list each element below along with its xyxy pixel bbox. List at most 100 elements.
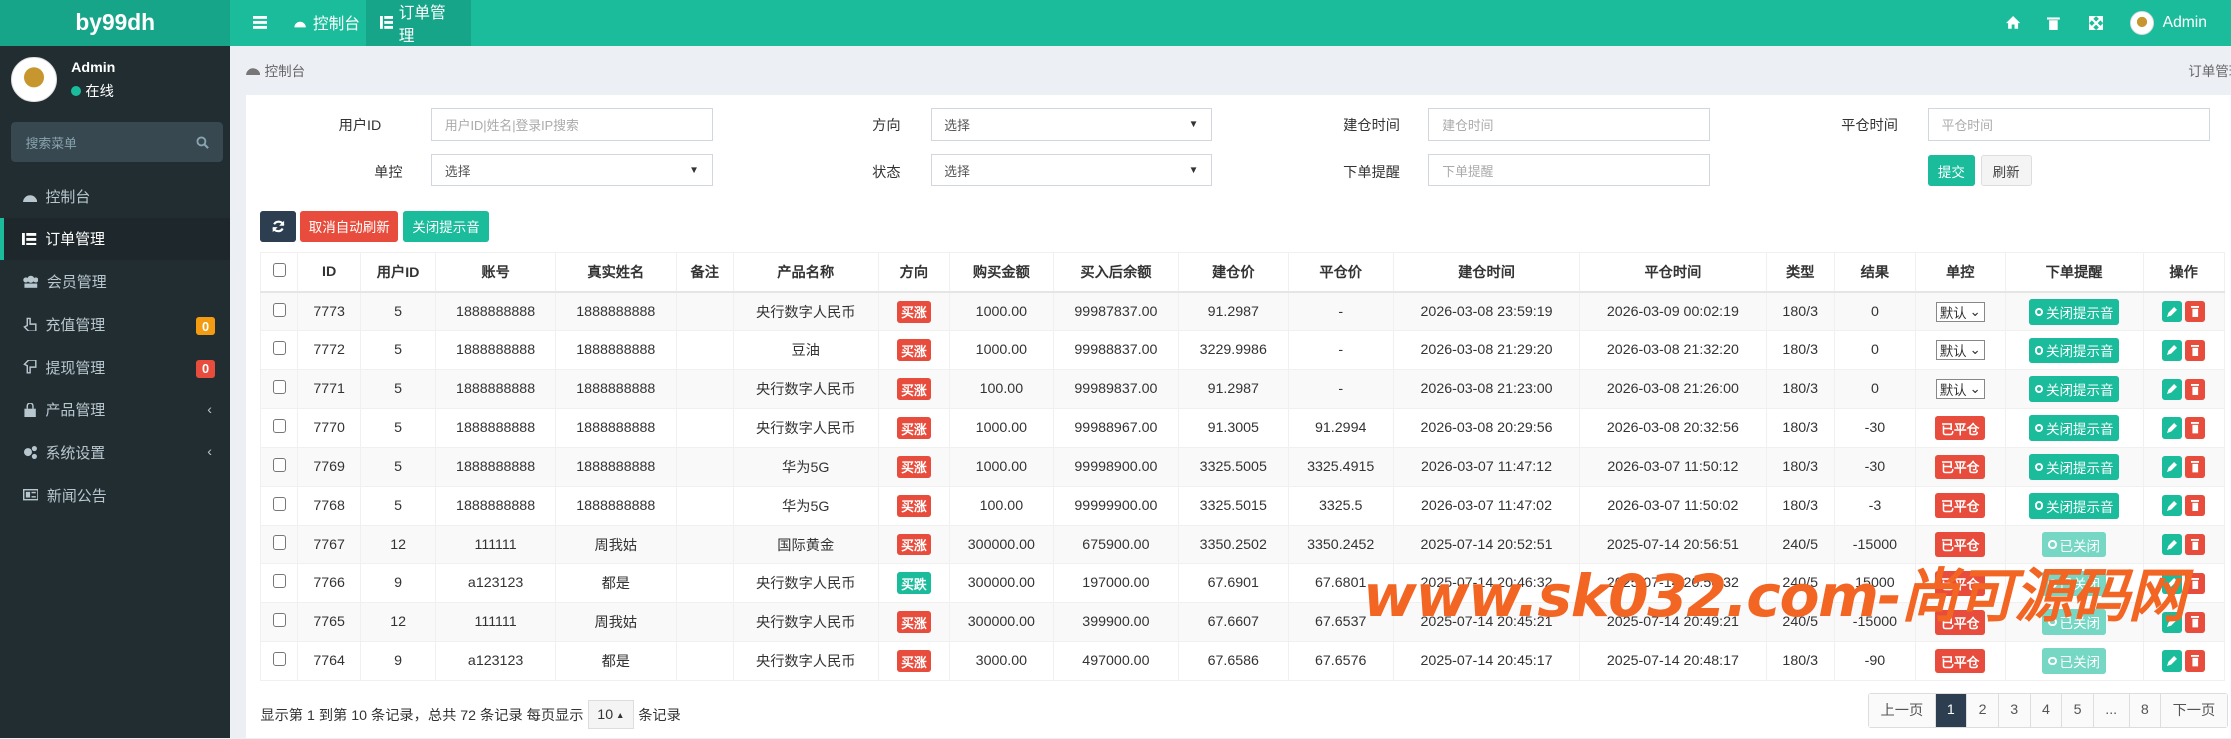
mute-reminder-button[interactable]: 关闭提示音 xyxy=(2028,298,2120,325)
next-page-button[interactable]: 下一页 xyxy=(2160,693,2227,727)
cell-ctime: 2026-03-07 11:50:12 xyxy=(1579,446,1767,487)
page-button[interactable]: 8 xyxy=(2128,693,2161,727)
reminder-input[interactable]: 下单提醒 xyxy=(1428,153,1711,187)
row-checkbox[interactable] xyxy=(272,535,286,550)
edit-button[interactable] xyxy=(2162,301,2183,323)
logo[interactable]: by99dh xyxy=(0,0,231,46)
delete-button[interactable] xyxy=(2185,301,2205,323)
direction-select[interactable]: 选择 ▼ xyxy=(930,108,1213,141)
page-button[interactable]: 2 xyxy=(1966,693,1998,727)
control-select[interactable]: 默认 ⌄ xyxy=(1935,379,1985,400)
cell-id: 7766 xyxy=(297,563,361,604)
menu-search-input[interactable]: 搜索菜单 xyxy=(11,122,224,163)
edit-button[interactable] xyxy=(2162,650,2183,672)
user-name: Admin xyxy=(71,59,116,76)
row-actions xyxy=(2162,339,2205,362)
row-checkbox[interactable] xyxy=(272,341,286,356)
delete-button[interactable] xyxy=(2185,456,2205,478)
mute-reminder-button[interactable]: 关闭提示音 xyxy=(2028,454,2120,480)
table-row: 7768 5 1888888888 1888888888 华为5G 买涨 100.00 999… xyxy=(260,485,2225,526)
close-time-input[interactable]: 平仓时间 xyxy=(1927,108,2210,141)
edit-button[interactable] xyxy=(2162,495,2183,517)
row-checkbox[interactable] xyxy=(272,496,286,511)
page-button[interactable]: 1 xyxy=(1934,693,1967,727)
cell-uid: 5 xyxy=(359,446,437,487)
delete-button[interactable] xyxy=(2185,495,2205,517)
user-menu[interactable]: Admin xyxy=(2116,0,2222,46)
cell-result: -30 xyxy=(1833,408,1916,448)
prev-page-button[interactable]: 上一页 xyxy=(1869,693,1935,727)
user-id-input[interactable]: 用户ID|姓名|登录IP搜索 xyxy=(431,108,713,141)
clear-cache-button[interactable] xyxy=(2033,0,2074,46)
mute-reminder-button[interactable]: 关闭提示音 xyxy=(2028,492,2120,519)
page-button[interactable]: 4 xyxy=(2029,693,2062,727)
page-button[interactable]: 3 xyxy=(1997,693,2030,727)
delete-button[interactable] xyxy=(2185,533,2205,556)
refresh-button[interactable] xyxy=(260,210,296,242)
sidebar-item-dashboard[interactable]: 控制台 xyxy=(0,175,230,218)
select-all-checkbox[interactable] xyxy=(272,262,286,278)
delete-button[interactable] xyxy=(2185,611,2205,633)
trash-icon xyxy=(2190,344,2200,357)
submit-button[interactable]: 提交 xyxy=(1927,155,1975,187)
cell-dir: 买涨 xyxy=(877,369,950,410)
open-time-input[interactable]: 建仓时间 xyxy=(1428,108,1711,141)
withdraw-count-badge: 0 xyxy=(196,359,215,378)
delete-button[interactable] xyxy=(2185,650,2205,672)
sidebar-item-news[interactable]: 新闻公告 xyxy=(0,474,230,517)
tab-orders[interactable]: 订单管理 xyxy=(365,0,471,46)
row-checkbox[interactable] xyxy=(272,380,286,395)
row-select-cell xyxy=(260,641,299,681)
mute-reminder-button[interactable]: 关闭提示音 xyxy=(2028,376,2120,403)
delete-button[interactable] xyxy=(2185,378,2205,400)
row-checkbox[interactable] xyxy=(272,302,286,317)
cell-product: 华为5G xyxy=(732,446,879,487)
status-text: 在线 xyxy=(85,84,114,101)
control-select[interactable]: 默认 ⌄ xyxy=(1935,301,1985,322)
delete-button[interactable] xyxy=(2185,572,2205,595)
edit-button[interactable] xyxy=(2162,417,2183,439)
edit-button[interactable] xyxy=(2162,339,2183,362)
circle-icon xyxy=(2048,656,2057,666)
reset-button[interactable]: 刷新 xyxy=(1980,155,2032,187)
sidebar-item-settings[interactable]: 系统设置 ‹ xyxy=(0,431,230,474)
delete-button[interactable] xyxy=(2185,339,2205,362)
status-select[interactable]: 选择 ▼ xyxy=(930,153,1213,187)
direction-badge: 买跌 xyxy=(896,572,931,595)
mute-reminder-button[interactable]: 关闭提示音 xyxy=(2028,415,2120,441)
delete-button[interactable] xyxy=(2185,417,2205,439)
mute-sound-button[interactable]: 关闭提示音 xyxy=(402,210,490,242)
row-checkbox[interactable] xyxy=(272,457,286,472)
sidebar-item-products[interactable]: 产品管理 ‹ xyxy=(0,388,230,431)
fullscreen-button[interactable] xyxy=(2074,0,2117,46)
breadcrumb-home[interactable]: 控制台 xyxy=(265,60,306,80)
home-button[interactable] xyxy=(1992,0,2035,46)
row-checkbox[interactable] xyxy=(272,651,286,667)
row-checkbox[interactable] xyxy=(272,418,286,434)
edit-button[interactable] xyxy=(2162,456,2183,478)
pagination-ellipsis: ... xyxy=(2092,693,2129,727)
search-icon[interactable] xyxy=(196,136,210,149)
sidebar-toggle-button[interactable] xyxy=(239,0,282,46)
tab-dashboard[interactable]: 控制台 xyxy=(279,0,374,46)
sidebar-item-withdrawals[interactable]: 提现管理 0 xyxy=(0,346,230,389)
sidebar-item-members[interactable]: 会员管理 xyxy=(0,260,230,303)
page-button[interactable]: 5 xyxy=(2061,693,2093,727)
control-select[interactable]: 默认 ⌄ xyxy=(1935,340,1985,361)
sidebar-item-orders[interactable]: 订单管理 xyxy=(0,217,231,261)
edit-button[interactable] xyxy=(2162,378,2183,400)
row-checkbox[interactable] xyxy=(272,574,286,589)
cell-acct: a123123 xyxy=(435,641,556,681)
sidebar-item-deposits[interactable]: 充值管理 0 xyxy=(0,303,230,346)
trash-icon xyxy=(2190,422,2200,434)
page-size-select[interactable]: 10 ▲ xyxy=(587,700,634,730)
open-time-label: 建仓时间 xyxy=(1343,118,1401,135)
mute-reminder-button[interactable]: 关闭提示音 xyxy=(2028,337,2120,364)
dashboard-icon xyxy=(246,68,261,76)
control-select[interactable]: 选择 ▼ xyxy=(431,153,713,187)
cancel-auto-refresh-button[interactable]: 取消自动刷新 xyxy=(300,210,399,242)
column-header: 方向 xyxy=(877,251,950,294)
row-actions xyxy=(2162,650,2205,672)
cell-amount: 1000.00 xyxy=(948,446,1054,487)
row-checkbox[interactable] xyxy=(272,613,286,628)
